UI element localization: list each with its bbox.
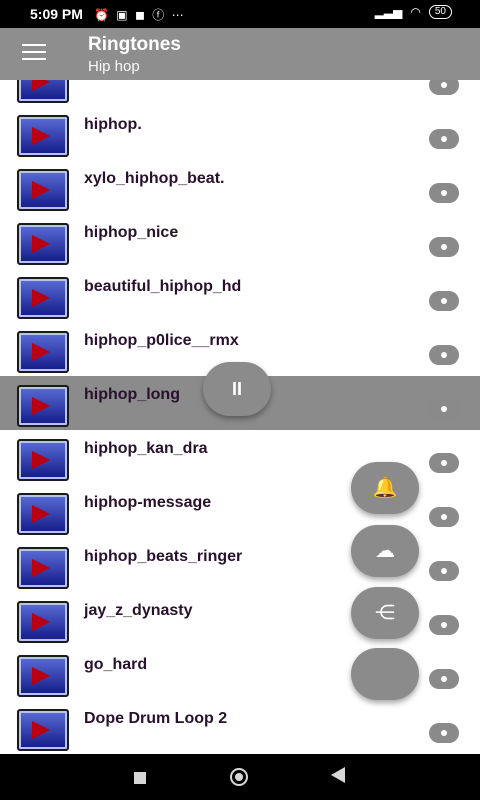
status-left-icons: ⏰ ▣ ◼ ⓕ ⋯ [94, 8, 186, 22]
back-icon[interactable] [331, 767, 345, 783]
options-dot-icon[interactable] [429, 399, 459, 419]
options-dot-icon[interactable] [429, 453, 459, 473]
status-bar: 5:09 PM ⏰ ▣ ◼ ⓕ ⋯ ▂▃▅ ◠ 50 [0, 0, 480, 28]
share-button[interactable]: ⋲ [351, 587, 419, 639]
options-dot-icon[interactable] [429, 561, 459, 581]
play-thumbnail-icon[interactable] [17, 169, 69, 211]
pause-button[interactable]: II [203, 362, 271, 416]
menu-icon[interactable] [22, 44, 46, 64]
options-dot-icon[interactable] [429, 291, 459, 311]
app-bar: Ringtones Hip hop [0, 28, 480, 80]
options-dot-icon[interactable] [429, 129, 459, 149]
play-thumbnail-icon[interactable] [17, 385, 69, 427]
recent-apps-icon[interactable] [134, 772, 146, 784]
play-thumbnail-icon[interactable] [17, 655, 69, 697]
ringtone-title: hiphop. [84, 116, 142, 133]
play-thumbnail-icon[interactable] [17, 223, 69, 265]
options-dot-icon[interactable] [429, 615, 459, 635]
app-subtitle: Hip hop [88, 58, 140, 75]
notification-bell-button[interactable]: 🔔 [351, 462, 419, 514]
status-right-icons: ▂▃▅ ◠ 50 [375, 5, 452, 19]
play-thumbnail-icon[interactable] [17, 331, 69, 373]
play-thumbnail-icon[interactable] [17, 547, 69, 589]
play-thumbnail-icon[interactable] [17, 115, 69, 157]
play-thumbnail-icon[interactable] [17, 80, 69, 103]
empty-fab-button[interactable] [351, 648, 419, 700]
ringtone-title: hiphop_p0lice__rmx [84, 332, 239, 349]
ringtone-row[interactable]: hiphop_nice [0, 214, 480, 269]
share-icon: ⋲ [375, 602, 395, 624]
signal-icon: ▂▃▅ [374, 5, 403, 19]
ringtone-title: hiphop_long [84, 386, 180, 403]
options-dot-icon[interactable] [429, 723, 459, 743]
options-dot-icon[interactable] [429, 80, 459, 95]
app-title: Ringtones [88, 34, 181, 55]
wifi-icon: ◠ [410, 5, 421, 19]
ringtone-row[interactable]: Dope Drum Loop 2 [0, 700, 480, 754]
ringtone-title: hiphop_kan_dra [84, 440, 208, 457]
play-thumbnail-icon[interactable] [17, 493, 69, 535]
options-dot-icon[interactable] [429, 345, 459, 365]
ringtone-title: go_hard [84, 656, 148, 673]
ringtone-title: xylo_hiphop_beat. [84, 170, 225, 187]
ringtone-title: jay_z_dynasty [84, 602, 193, 619]
download-button[interactable]: ☁ [351, 525, 419, 577]
play-thumbnail-icon[interactable] [17, 709, 69, 751]
cloud-download-icon: ☁ [375, 540, 395, 562]
status-time: 5:09 PM [30, 6, 83, 22]
ringtone-title: beautiful_hiphop_hd [84, 278, 242, 295]
ringtone-row[interactable]: hiphop. [0, 106, 480, 161]
ringtone-row[interactable]: beautiful_hiphop_hd [0, 268, 480, 323]
system-navigation-bar [0, 754, 480, 800]
options-dot-icon[interactable] [429, 507, 459, 527]
play-thumbnail-icon[interactable] [17, 439, 69, 481]
options-dot-icon[interactable] [429, 183, 459, 203]
notification-bell-icon: 🔔 [372, 477, 398, 499]
home-icon[interactable] [230, 768, 248, 786]
ringtone-title: Dope Drum Loop 2 [84, 710, 228, 727]
ringtone-title: hiphop-message [84, 494, 212, 511]
ringtone-row[interactable]: xylo_hiphop_beat. [0, 160, 480, 215]
options-dot-icon[interactable] [429, 669, 459, 689]
ringtone-row[interactable] [0, 80, 480, 107]
options-dot-icon[interactable] [429, 237, 459, 257]
ringtone-title: hiphop_beats_ringer [84, 548, 243, 565]
ringtone-title: hiphop_nice [84, 224, 179, 241]
play-thumbnail-icon[interactable] [17, 601, 69, 643]
battery-icon: 50 [428, 5, 452, 19]
play-thumbnail-icon[interactable] [17, 277, 69, 319]
